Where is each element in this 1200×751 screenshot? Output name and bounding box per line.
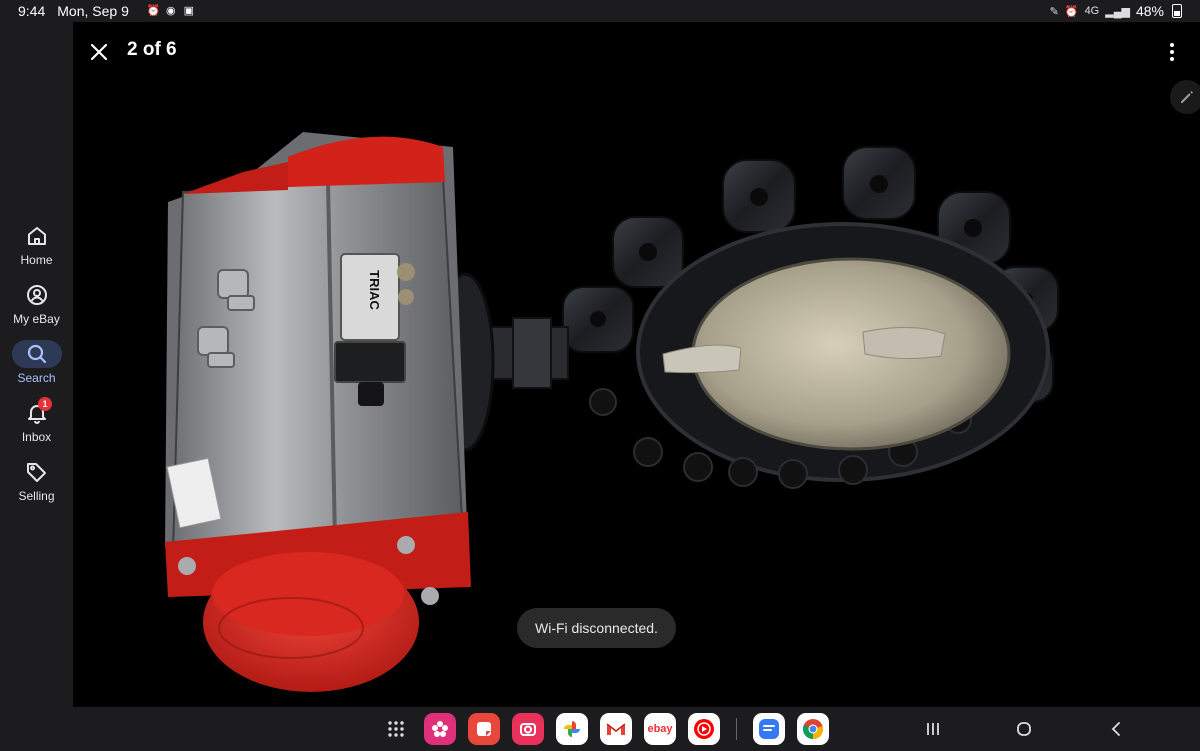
nav-label-inbox: Inbox	[21, 430, 52, 444]
close-icon	[90, 43, 108, 61]
image-viewer: TRIAC 2 of 6 Wi-Fi disconnected.	[73, 22, 1200, 707]
chrome-app-icon[interactable]	[797, 713, 829, 745]
gallery-icon: ▣	[183, 5, 195, 17]
nav-item-search[interactable]: Search	[0, 340, 73, 389]
status-right: ✎ ⏰ 4G ▂▄▆ 48%	[1050, 3, 1182, 19]
valve-body	[562, 146, 1059, 489]
pneumatic-actuator: TRIAC	[165, 132, 471, 692]
network-type: 4G	[1084, 5, 1100, 17]
nav-label-my-ebay: My eBay	[13, 312, 60, 326]
nav-label-home: Home	[20, 253, 53, 267]
ebay-app-icon[interactable]: ebay	[644, 713, 676, 745]
image-counter: 2 of 6	[127, 39, 177, 60]
navigation-rail: Home My eBay Search 1 Inbox Selling	[0, 22, 73, 707]
recents-icon	[927, 723, 939, 735]
sync-icon: ◉	[166, 5, 176, 17]
back-nav-button[interactable]	[1101, 717, 1131, 741]
photos-app-icon[interactable]	[556, 713, 588, 745]
ebay-app-text: ebay	[647, 723, 673, 735]
status-time: 9:44	[18, 3, 46, 19]
back-icon	[1111, 722, 1120, 736]
account-icon	[12, 281, 62, 309]
signal-icon: ▂▄▆	[1105, 5, 1130, 18]
status-notification-icons: ⏰ ◉ ▣	[147, 5, 195, 17]
battery-icon	[1172, 4, 1182, 18]
status-date: Mon, Sep 9	[57, 3, 129, 19]
taskbar-apps: ebay	[380, 713, 829, 745]
home-icon	[12, 222, 62, 250]
status-bar: 9:44 Mon, Sep 9 ⏰ ◉ ▣ ✎ ⏰ 4G ▂▄▆ 48%	[0, 0, 1200, 22]
home-nav-button[interactable]	[1009, 717, 1039, 741]
more-options-button[interactable]	[1162, 40, 1182, 64]
camera-app-icon[interactable]	[512, 713, 544, 745]
grid-icon	[388, 721, 404, 737]
edit-button[interactable]	[1170, 80, 1200, 114]
nav-label-search: Search	[17, 371, 56, 385]
toast-notification: Wi-Fi disconnected.	[517, 608, 676, 648]
nav-item-my-ebay[interactable]: My eBay	[0, 281, 73, 330]
app-drawer-button[interactable]	[380, 713, 412, 745]
status-left: 9:44 Mon, Sep 9 ⏰ ◉ ▣	[18, 3, 195, 19]
nav-label-selling: Selling	[18, 489, 55, 503]
home-circle-icon	[1017, 722, 1031, 736]
inbox-badge: 1	[38, 397, 52, 411]
product-photo[interactable]: TRIAC	[73, 22, 1200, 707]
alarm-icon: ⏰	[146, 5, 161, 17]
pen-icon: ✎	[1049, 5, 1059, 18]
pencil-icon	[1181, 91, 1193, 103]
recent-apps-button[interactable]	[918, 717, 948, 741]
nav-item-home[interactable]: Home	[0, 222, 73, 271]
taskbar: ebay	[0, 707, 1200, 751]
youtube-music-app-icon[interactable]	[688, 713, 720, 745]
nav-item-selling[interactable]: Selling	[0, 458, 73, 507]
gmail-app-icon[interactable]	[600, 713, 632, 745]
screen: 9:44 Mon, Sep 9 ⏰ ◉ ▣ ✎ ⏰ 4G ▂▄▆ 48% Hom…	[0, 0, 1200, 751]
blossom-app-icon[interactable]	[424, 713, 456, 745]
taskbar-divider	[736, 718, 737, 740]
messages-app-icon[interactable]	[753, 713, 785, 745]
search-icon	[11, 340, 62, 368]
close-button[interactable]	[87, 40, 111, 64]
bell-icon	[12, 399, 62, 427]
notes-app-icon[interactable]	[468, 713, 500, 745]
tag-icon	[12, 458, 62, 486]
nav-item-inbox[interactable]: 1 Inbox	[0, 397, 73, 448]
alarm-status-icon: ⏰	[1064, 5, 1079, 18]
solenoid-label: TRIAC	[367, 270, 382, 310]
more-vertical-icon	[1170, 43, 1174, 47]
battery-level: 48%	[1135, 3, 1164, 19]
